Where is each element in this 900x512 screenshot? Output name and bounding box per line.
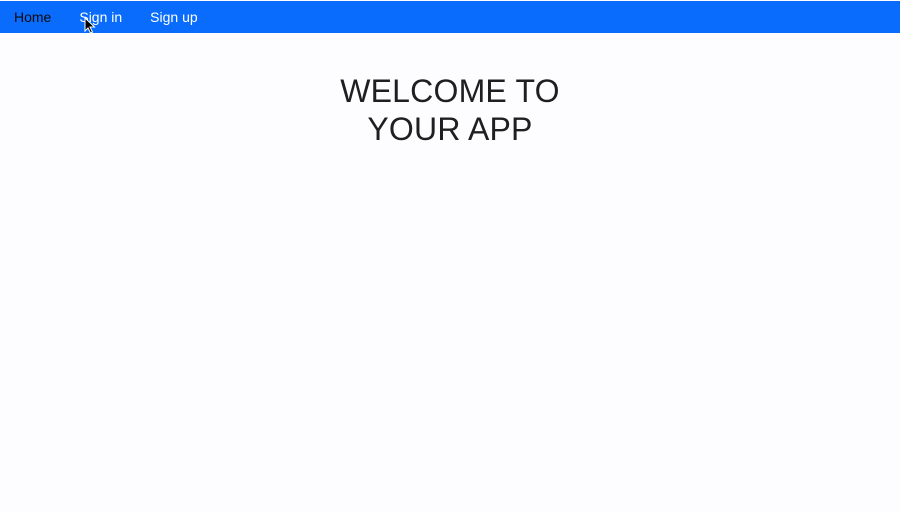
welcome-heading: WELCOME TO YOUR APP: [0, 72, 900, 148]
nav-sign-up-link[interactable]: Sign up: [150, 1, 197, 33]
nav-sign-in-link[interactable]: Sign in: [79, 1, 122, 33]
top-navbar: Home Sign in Sign up: [0, 1, 900, 33]
welcome-heading-text: WELCOME TO YOUR APP: [340, 73, 560, 147]
nav-home-link[interactable]: Home: [14, 1, 51, 33]
